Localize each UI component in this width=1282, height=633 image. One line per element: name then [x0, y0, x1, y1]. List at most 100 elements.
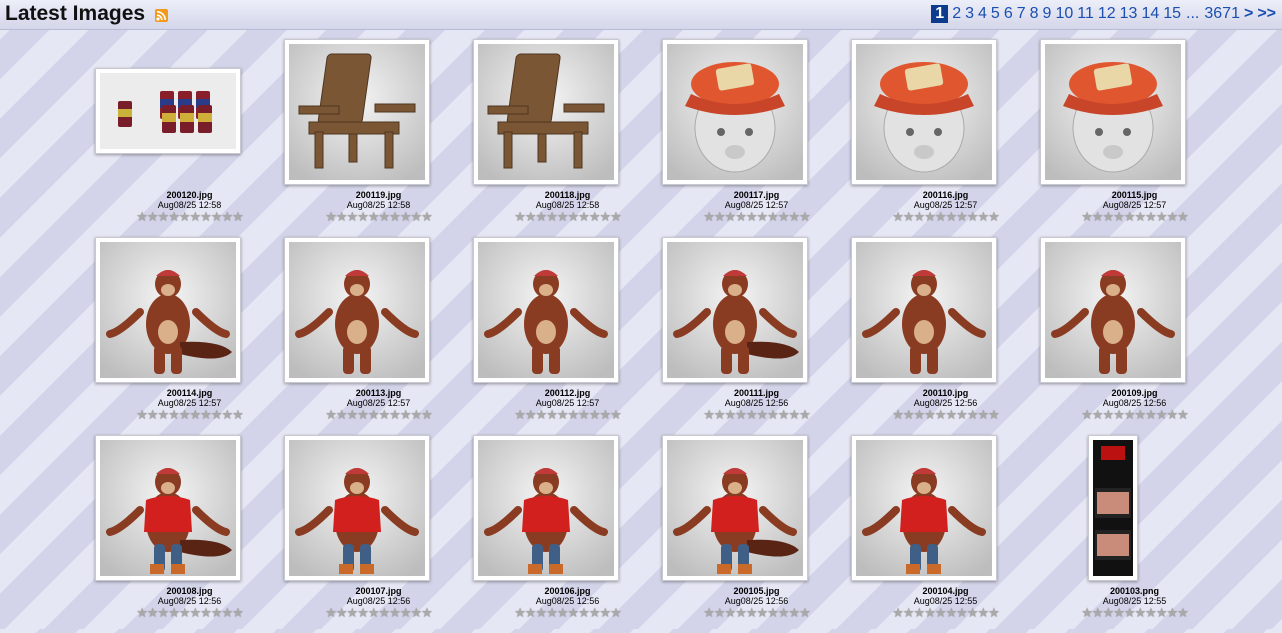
page-link[interactable]: 3 — [963, 5, 976, 23]
rating-star-icon[interactable]: ★ — [1156, 408, 1168, 423]
rating-star-icon[interactable]: ★ — [168, 606, 180, 621]
rating-star-icon[interactable]: ★ — [1103, 210, 1115, 225]
rating-star-icon[interactable]: ★ — [347, 606, 359, 621]
page-link[interactable]: 12 — [1096, 5, 1118, 23]
rating-star-icon[interactable]: ★ — [714, 210, 726, 225]
rating-star-icon[interactable]: ★ — [514, 606, 526, 621]
rating-star-icon[interactable]: ★ — [179, 408, 191, 423]
rating-star-icon[interactable]: ★ — [946, 210, 958, 225]
rating-star-icon[interactable]: ★ — [1124, 408, 1136, 423]
rating-star-icon[interactable]: ★ — [410, 210, 422, 225]
rating-star-icon[interactable]: ★ — [1166, 408, 1178, 423]
rating-star-icon[interactable]: ★ — [1092, 606, 1104, 621]
rating-star-icon[interactable]: ★ — [546, 408, 558, 423]
rating-star-icon[interactable]: ★ — [1081, 408, 1093, 423]
image-thumbnail[interactable] — [284, 39, 430, 185]
page-link[interactable]: 8 — [1028, 5, 1041, 23]
rating-star-icon[interactable]: ★ — [211, 408, 223, 423]
image-thumbnail[interactable] — [95, 68, 241, 154]
rating-star-icon[interactable]: ★ — [389, 606, 401, 621]
image-filename[interactable]: 200108.jpg — [95, 586, 284, 596]
image-thumbnail[interactable] — [851, 39, 997, 185]
rating-star-icon[interactable]: ★ — [799, 606, 811, 621]
rating-star-icon[interactable]: ★ — [1156, 606, 1168, 621]
rating-star-icon[interactable]: ★ — [967, 210, 979, 225]
rating-star-icon[interactable]: ★ — [589, 408, 601, 423]
rating-star-icon[interactable]: ★ — [778, 210, 790, 225]
last-page-button[interactable]: >> — [1255, 5, 1278, 23]
rating-star-icon[interactable]: ★ — [410, 606, 422, 621]
image-thumbnail[interactable] — [1088, 435, 1138, 581]
rating-star-icon[interactable]: ★ — [578, 606, 590, 621]
rating-star-icon[interactable]: ★ — [379, 408, 391, 423]
rating-star-icon[interactable]: ★ — [168, 210, 180, 225]
image-thumbnail[interactable] — [851, 435, 997, 581]
image-thumbnail[interactable] — [473, 237, 619, 383]
rating-star-icon[interactable]: ★ — [703, 210, 715, 225]
rating-star-icon[interactable]: ★ — [1092, 408, 1104, 423]
page-link[interactable]: 6 — [1002, 5, 1015, 23]
rating-star-icon[interactable]: ★ — [757, 606, 769, 621]
rating-star-icon[interactable]: ★ — [379, 606, 391, 621]
rating-star-icon[interactable]: ★ — [557, 606, 569, 621]
rating-star-icon[interactable]: ★ — [179, 210, 191, 225]
rating-star-icon[interactable]: ★ — [903, 606, 915, 621]
rating-star-icon[interactable]: ★ — [557, 210, 569, 225]
rating-star-icon[interactable]: ★ — [368, 408, 380, 423]
rating-star-icon[interactable]: ★ — [946, 408, 958, 423]
rating-star-icon[interactable]: ★ — [914, 210, 926, 225]
rating-star-icon[interactable]: ★ — [967, 408, 979, 423]
rating-star-icon[interactable]: ★ — [347, 408, 359, 423]
image-thumbnail[interactable] — [662, 39, 808, 185]
rating-star-icon[interactable]: ★ — [158, 408, 170, 423]
rating-star-icon[interactable]: ★ — [1081, 606, 1093, 621]
rating-star-icon[interactable]: ★ — [336, 408, 348, 423]
image-thumbnail[interactable] — [95, 237, 241, 383]
rating-star-icon[interactable]: ★ — [757, 210, 769, 225]
rating-star-icon[interactable]: ★ — [757, 408, 769, 423]
image-thumbnail[interactable] — [284, 435, 430, 581]
rating-star-icon[interactable]: ★ — [557, 408, 569, 423]
image-thumbnail[interactable] — [473, 39, 619, 185]
rating-star-icon[interactable]: ★ — [357, 606, 369, 621]
rating-star-icon[interactable]: ★ — [767, 408, 779, 423]
rating-star-icon[interactable]: ★ — [147, 210, 159, 225]
rating-star-icon[interactable]: ★ — [935, 606, 947, 621]
rating-star-icon[interactable]: ★ — [977, 606, 989, 621]
rating-star-icon[interactable]: ★ — [746, 606, 758, 621]
rating-star-icon[interactable]: ★ — [1113, 606, 1125, 621]
image-filename[interactable]: 200110.jpg — [851, 388, 1040, 398]
rating-star-icon[interactable]: ★ — [703, 606, 715, 621]
rating-star-icon[interactable]: ★ — [610, 210, 622, 225]
rating-star-icon[interactable]: ★ — [578, 210, 590, 225]
rating-star-icon[interactable]: ★ — [788, 408, 800, 423]
rating-star-icon[interactable]: ★ — [977, 210, 989, 225]
rating-star-icon[interactable]: ★ — [568, 408, 580, 423]
image-thumbnail[interactable] — [1040, 237, 1186, 383]
rating-star-icon[interactable]: ★ — [1135, 210, 1147, 225]
image-thumbnail[interactable] — [473, 435, 619, 581]
rating-star-icon[interactable]: ★ — [1081, 210, 1093, 225]
rating-star-icon[interactable]: ★ — [400, 606, 412, 621]
rating-star-icon[interactable]: ★ — [735, 210, 747, 225]
rating-star-icon[interactable]: ★ — [368, 606, 380, 621]
rating-star-icon[interactable]: ★ — [136, 606, 148, 621]
rating-star-icon[interactable]: ★ — [767, 606, 779, 621]
rating-star-icon[interactable]: ★ — [568, 210, 580, 225]
rating-star-icon[interactable]: ★ — [725, 210, 737, 225]
rating-star-icon[interactable]: ★ — [379, 210, 391, 225]
rating-star-icon[interactable]: ★ — [799, 408, 811, 423]
rating-star-icon[interactable]: ★ — [136, 210, 148, 225]
image-filename[interactable]: 200104.jpg — [851, 586, 1040, 596]
rating-star-icon[interactable]: ★ — [924, 606, 936, 621]
rating-star-icon[interactable]: ★ — [336, 606, 348, 621]
rating-star-icon[interactable]: ★ — [158, 606, 170, 621]
image-thumbnail[interactable] — [851, 237, 997, 383]
rating-star-icon[interactable]: ★ — [725, 408, 737, 423]
rating-star-icon[interactable]: ★ — [536, 408, 548, 423]
image-filename[interactable]: 200113.jpg — [284, 388, 473, 398]
rating-star-icon[interactable]: ★ — [410, 408, 422, 423]
rating-star-icon[interactable]: ★ — [1092, 210, 1104, 225]
page-link[interactable]: 4 — [976, 5, 989, 23]
rating-star-icon[interactable]: ★ — [892, 408, 904, 423]
